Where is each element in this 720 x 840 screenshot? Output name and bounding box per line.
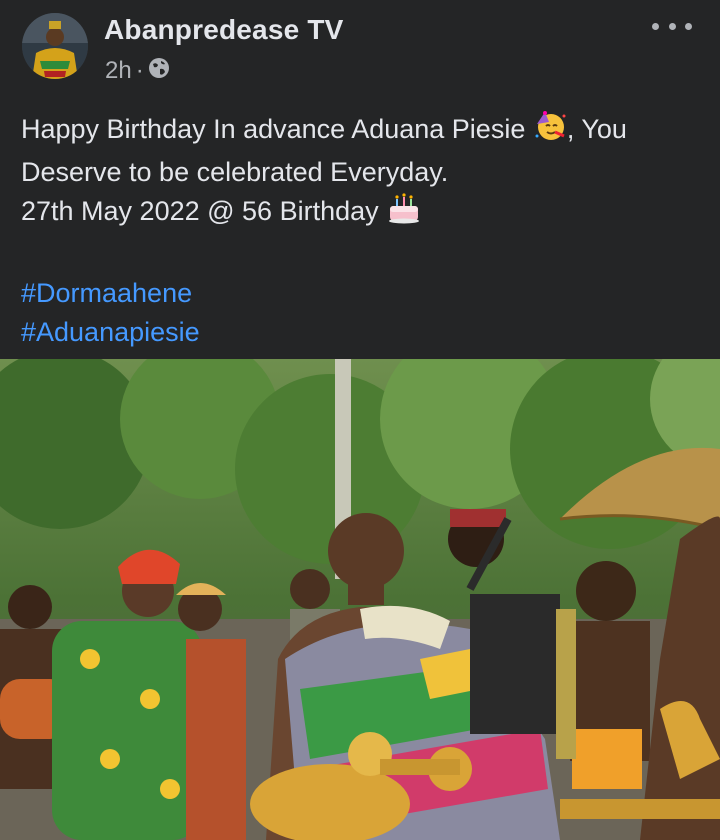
hashtag-link[interactable]: #Aduanapiesie bbox=[21, 313, 711, 352]
author-avatar[interactable] bbox=[22, 13, 88, 79]
post-text-segment: , You bbox=[566, 114, 627, 144]
post-meta: 2h · bbox=[105, 56, 170, 86]
more-dot bbox=[668, 22, 676, 30]
post-timestamp[interactable]: 2h bbox=[105, 57, 132, 85]
globe-icon[interactable] bbox=[148, 57, 170, 86]
post-photo[interactable] bbox=[0, 359, 720, 840]
photo-illustration bbox=[0, 359, 720, 840]
post-line-1: Happy Birthday In advance Aduana Piesie … bbox=[21, 110, 711, 153]
post-header: Abanpredease TV 2h · bbox=[0, 0, 720, 100]
paragraph-break bbox=[21, 235, 711, 274]
more-dot bbox=[685, 22, 692, 30]
post-text-segment: 27th May 2022 @ 56 Birthday bbox=[21, 196, 387, 226]
post-text: Happy Birthday In advance Aduana Piesie … bbox=[21, 110, 711, 352]
post-text-segment: Happy Birthday In advance Aduana Piesie bbox=[21, 114, 533, 144]
post-line-3: 27th May 2022 @ 56 Birthday bbox=[21, 192, 711, 235]
birthday-cake-emoji bbox=[386, 192, 422, 235]
more-options-icon[interactable] bbox=[652, 14, 692, 38]
post-line-2: Deserve to be celebrated Everyday. bbox=[21, 157, 449, 187]
partying-face-emoji bbox=[533, 110, 567, 153]
more-dot bbox=[652, 22, 659, 30]
author-name[interactable]: Abanpredease TV bbox=[104, 14, 344, 46]
meta-separator: · bbox=[135, 57, 144, 84]
hashtag-link[interactable]: #Dormaahene bbox=[21, 274, 711, 313]
